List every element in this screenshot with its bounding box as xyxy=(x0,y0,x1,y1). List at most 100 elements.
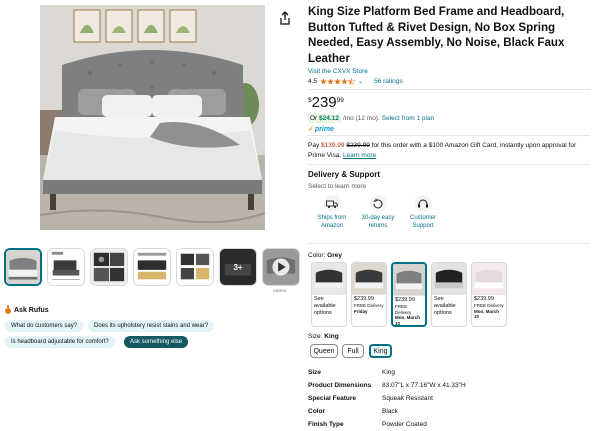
spec-value: 83.07"L x 77.16"W x 41.33"H xyxy=(382,382,466,389)
rufus-title: Ask Rufus xyxy=(14,307,49,314)
bed-dimensions-thumbnail-image xyxy=(48,249,84,285)
color-option[interactable]: See available options xyxy=(311,262,347,327)
feature-label: Customer Support xyxy=(409,215,436,229)
swatch-delivery-date: Mon, March 10 xyxy=(395,315,421,326)
spec-row: Color Black xyxy=(308,405,590,418)
thumbnail-bed-detail[interactable] xyxy=(90,248,128,286)
prime-check-icon: ✓ xyxy=(308,126,314,133)
swatch-delivery-date: Friday xyxy=(354,308,368,314)
size-option-full[interactable]: Full xyxy=(342,344,364,358)
thumbnail-bed-storage[interactable] xyxy=(133,248,171,286)
select-plan-link[interactable]: Select from 1 plan xyxy=(382,115,434,122)
thumbnail-bed-dimensions[interactable] xyxy=(47,248,85,286)
thumbnail-more-images[interactable]: 3+ xyxy=(219,248,257,286)
thumbnail-bed-front[interactable] xyxy=(4,248,42,286)
swatch-text: See available options xyxy=(314,296,336,316)
rufus-icon xyxy=(5,304,11,314)
swatch-image xyxy=(432,263,466,294)
rufus-chip-customers-say[interactable]: What do customers say? xyxy=(5,320,84,332)
monthly-amount: $24.12 xyxy=(319,115,339,122)
product-title: King Size Platform Bed Frame and Headboa… xyxy=(308,5,565,65)
color-label-prefix: Color: xyxy=(308,252,326,259)
divider xyxy=(308,135,590,136)
price: $ 239 99 xyxy=(308,95,344,111)
swatch-delivery: FREE Delivery xyxy=(395,304,412,315)
truck-icon xyxy=(323,195,341,212)
spec-row: Product Dimensions 83.07"L x 77.16"W x 41… xyxy=(308,379,590,392)
bed-storage-thumbnail-image xyxy=(134,249,170,285)
bed-front-thumbnail-image xyxy=(6,250,40,284)
promo-old-price: $239.99 xyxy=(346,142,370,149)
ratings-count-link[interactable]: 56 ratings xyxy=(374,78,403,85)
swatch-text: See available options xyxy=(434,296,456,316)
size-label-prefix: Size: xyxy=(308,333,323,340)
return-icon xyxy=(369,195,387,212)
spec-value: Squeak Resistant xyxy=(382,395,433,402)
star-full-icon xyxy=(334,78,341,85)
bed-detail-thumbnail-image xyxy=(91,249,127,285)
size-label: Size: King xyxy=(308,333,339,340)
spec-row: Finish Type Powder Coated xyxy=(308,418,590,431)
or-text: Or xyxy=(310,115,318,122)
color-option[interactable]: $239.99 FREE Delivery Friday xyxy=(351,262,387,327)
video-label: VIDEO xyxy=(273,288,287,293)
rufus-header: Ask Rufus xyxy=(5,304,49,314)
headset-icon xyxy=(414,195,432,212)
size-option-king[interactable]: King xyxy=(369,344,392,358)
feature-30-day-returns[interactable]: 30-day easy returns xyxy=(355,195,401,230)
spec-key: Finish Type xyxy=(308,421,344,428)
divider xyxy=(308,89,590,90)
spec-row: Size King xyxy=(308,366,590,379)
feature-label: 30-day easy returns xyxy=(361,215,395,229)
feature-customer-support[interactable]: Customer Support xyxy=(400,195,446,230)
feature-ships-from-amazon[interactable]: Ships from Amazon xyxy=(309,195,355,230)
thumbnail-bed-hardware[interactable] xyxy=(176,248,214,286)
rating-value: 4.5 xyxy=(308,78,318,85)
prime-visa-promo: Pay $139.99 $239.99 for this order with … xyxy=(308,141,590,161)
share-button[interactable] xyxy=(277,10,293,26)
divider xyxy=(308,164,590,165)
rufus-chip-upholstery-stains[interactable]: Does its upholstery resist stains and we… xyxy=(88,320,215,332)
price-fraction: 99 xyxy=(336,97,344,104)
spec-value: King xyxy=(382,369,396,376)
rufus-chip-ask-something-else[interactable]: Ask something else xyxy=(124,336,189,348)
store-link[interactable]: Visit the CXVX Store xyxy=(308,68,368,75)
size-option-queen[interactable]: Queen xyxy=(310,344,338,358)
divider xyxy=(308,243,590,244)
spec-key: Product Dimensions xyxy=(308,382,372,389)
star-full-icon xyxy=(341,78,348,85)
swatch-price: $239.99 xyxy=(474,296,494,302)
prime-badge: ✓ prime xyxy=(308,125,334,134)
promo-new-price: $139.99 xyxy=(321,142,345,149)
delivery-support-title: Delivery & Support xyxy=(308,170,381,179)
learn-more-link[interactable]: Learn more xyxy=(343,152,376,159)
swatch-image xyxy=(352,263,386,294)
prime-label: prime xyxy=(314,125,334,133)
spec-key: Size xyxy=(308,369,322,376)
main-product-image[interactable] xyxy=(40,5,265,230)
color-label: Color: Grey xyxy=(308,252,342,259)
thumbnail-video[interactable] xyxy=(262,248,300,286)
color-selected-value: Grey xyxy=(327,252,342,259)
swatch-image xyxy=(472,263,506,294)
rufus-chip-headboard-adjustable[interactable]: Is headboard adjustable for comfort? xyxy=(5,336,115,348)
delivery-support-subtitle: Select to learn more xyxy=(308,183,367,190)
swatch-delivery-date: Mon, March 10 xyxy=(474,308,500,320)
spec-value: Powder Coated xyxy=(382,421,427,428)
color-option-grey-selected[interactable]: $239.99 FREE Delivery Mon, March 10 xyxy=(391,262,427,327)
star-rating[interactable] xyxy=(320,78,356,85)
spec-value: Black xyxy=(382,408,398,415)
video-thumbnail-image xyxy=(263,249,299,285)
swatch-image xyxy=(312,263,346,294)
color-option[interactable]: $239.99 FREE Delivery Mon, March 10 xyxy=(471,262,507,327)
star-full-icon xyxy=(327,78,334,85)
rating-row: 4.5 ⌄ 56 ratings xyxy=(308,78,403,85)
monthly-payment: Or $24.12 /mo (12 mo). Select from 1 pla… xyxy=(308,114,434,123)
bed-photo xyxy=(40,5,265,230)
monthly-payment-box: Or $24.12 xyxy=(308,114,341,123)
feature-label: Ships from Amazon xyxy=(317,215,347,229)
swatch-price: $239.99 xyxy=(395,297,415,303)
spec-row: Special Feature Squeak Resistant xyxy=(308,392,590,405)
color-option[interactable]: See available options xyxy=(431,262,467,327)
chevron-down-icon[interactable]: ⌄ xyxy=(358,78,363,85)
